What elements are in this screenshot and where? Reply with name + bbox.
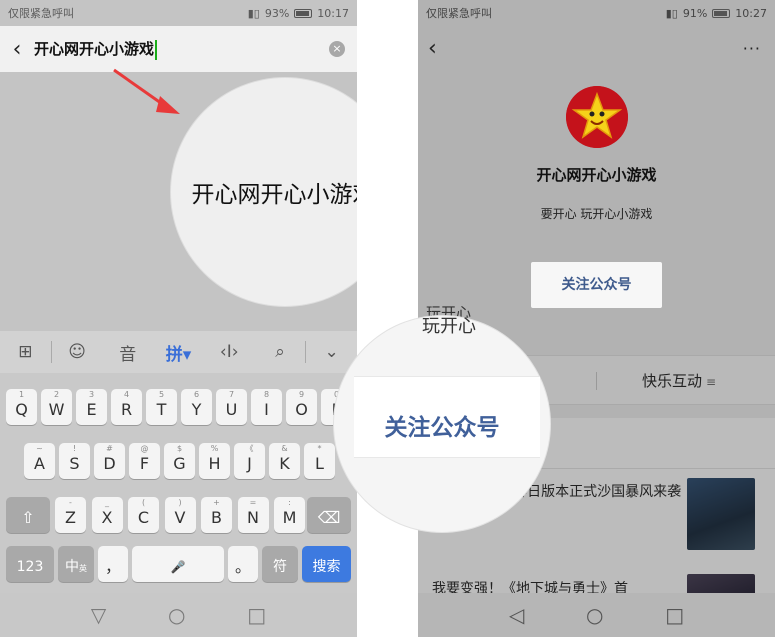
red-arrow-icon <box>113 68 180 114</box>
search-key[interactable]: 搜索 <box>302 546 351 582</box>
key-s[interactable]: ! S <box>59 443 90 479</box>
account-description: 要开心 玩开心小游戏 <box>540 207 653 221</box>
battery-percent: 93% <box>264 6 290 20</box>
menu-divider <box>596 372 597 390</box>
search-icon[interactable]: ⌕ <box>255 342 306 362</box>
android-nav-bar: ▽ ○ □ <box>0 593 357 637</box>
magnified-query-text: 开心网开心小游戏 <box>191 182 358 208</box>
top-bar: ‹ ··· <box>418 26 775 70</box>
microphone-icon: 🎤 <box>170 560 186 574</box>
nav-recents-icon[interactable]: □ <box>247 603 266 627</box>
magnifier-circle-follow: 玩开心 关注公众号 <box>334 316 550 532</box>
account-avatar <box>566 86 628 148</box>
language-switch-key[interactable]: 中英 <box>58 546 94 582</box>
key-o[interactable]: 9O <box>286 389 317 425</box>
key-k[interactable]: & K <box>269 443 300 479</box>
magnifier-circle: 开心网开心小游戏 <box>171 78 357 306</box>
nav-back-icon[interactable]: ▽ <box>91 603 106 627</box>
key-b[interactable]: + B <box>201 497 232 533</box>
signal-icon: ▮▯ <box>247 6 260 20</box>
key-z[interactable]: -Z <box>55 497 86 533</box>
keyboard-toolbar: ⊞ ☺ 音 拼▾ ‹I› ⌕ ⌄ <box>0 331 357 373</box>
android-nav-bar: ◁ ○ □ <box>418 593 775 637</box>
status-time: 10:17 <box>317 6 349 20</box>
symbol-key[interactable]: 符 <box>262 546 298 582</box>
key-c[interactable]: (C <box>128 497 159 533</box>
cursor-move-icon[interactable]: ‹I› <box>204 342 255 362</box>
key-a[interactable]: ~ A <box>24 443 55 479</box>
search-query-text: 开心网开心小游戏 <box>34 40 155 59</box>
clear-icon[interactable]: × <box>329 41 345 57</box>
status-time: 10:27 <box>735 6 767 20</box>
back-arrow-icon[interactable]: ‹ <box>0 37 34 62</box>
key-n[interactable]: = N <box>237 497 269 533</box>
number-key[interactable]: 123 <box>6 546 54 582</box>
key-x[interactable]: _ X <box>91 497 123 533</box>
account-name: 开心网开心小游戏 <box>536 166 657 184</box>
nav-back-icon[interactable]: ◁ <box>509 603 524 627</box>
collapse-keyboard-icon[interactable]: ⌄ <box>306 342 357 362</box>
comma-key[interactable]: ， <box>98 546 128 582</box>
key-f[interactable]: @ F <box>129 443 160 479</box>
keyboard-row-3: ⇧ ⌫ - Z _ X(C) V + B = N: M <box>0 497 357 533</box>
key-e[interactable]: 3E <box>76 389 107 425</box>
nav-recents-icon[interactable]: □ <box>665 603 684 627</box>
follow-account-button[interactable]: 关注公众号 <box>531 262 662 308</box>
grid-menu-icon[interactable]: ⊞ <box>0 342 51 362</box>
key-j[interactable]: 《 J <box>234 443 265 479</box>
nav-home-icon[interactable]: ○ <box>168 603 185 627</box>
period-key[interactable]: 。 <box>228 546 258 582</box>
star-mascot-icon <box>566 86 628 148</box>
key-h[interactable]: % H <box>199 443 230 479</box>
key-l[interactable]: * L <box>304 443 335 479</box>
tutorial-canvas: 仅限紧急呼叫 ▮▯ 93% 10:17 ‹ 开心网开心小游戏 × 开心网开心小游… <box>0 0 775 637</box>
key-v[interactable]: ) V <box>164 497 196 533</box>
search-input[interactable]: 开心网开心小游戏 <box>34 38 158 60</box>
battery-percent: 91% <box>682 6 708 20</box>
signal-icon: ▮▯ <box>665 6 678 20</box>
voice-mode-button[interactable]: 音 <box>102 340 153 365</box>
key-w[interactable]: 2W <box>41 389 72 425</box>
nav-home-icon[interactable]: ○ <box>586 603 603 627</box>
key-q[interactable]: 1Q <box>6 389 37 425</box>
key-u[interactable]: 7U <box>216 389 247 425</box>
keyboard-row-2: ~ A! S # D @ F $ G% H 《 J & K * L <box>0 443 357 479</box>
status-bar: 仅限紧急呼叫 ▮▯ 93% 10:17 <box>0 0 357 26</box>
key-m[interactable]: :M <box>274 497 305 533</box>
keyboard: 1Q2W3E4R5T6Y7U8I9O0P ~A!S#D@F$G%H《J&K*L … <box>0 373 357 593</box>
delete-key[interactable]: ⌫ <box>307 497 351 533</box>
back-arrow-icon[interactable]: ‹ <box>428 36 437 61</box>
status-carrier-text: 仅限紧急呼叫 <box>8 7 74 20</box>
status-carrier-text: 仅限紧急呼叫 <box>426 7 492 20</box>
key-d[interactable]: # D <box>94 443 125 479</box>
left-phone-screen: 仅限紧急呼叫 ▮▯ 93% 10:17 ‹ 开心网开心小游戏 × 开心网开心小游… <box>0 0 357 637</box>
menu-item-happy-interaction[interactable]: 快乐互动 ≡ <box>642 370 716 391</box>
emoji-icon[interactable]: ☺ <box>52 342 103 362</box>
pinyin-mode-button[interactable]: 拼▾ <box>153 340 204 365</box>
key-y[interactable]: 6Y <box>181 389 212 425</box>
key-t[interactable]: 5T <box>146 389 177 425</box>
key-g[interactable]: $ G <box>164 443 195 479</box>
key-i[interactable]: 8I <box>251 389 282 425</box>
text-cursor <box>155 39 158 60</box>
keyboard-row-4: 123 中英 ， 🎤 。 符 搜索 <box>0 546 357 582</box>
battery-icon <box>712 8 731 18</box>
menu-lines-icon: ≡ <box>706 375 717 389</box>
more-menu-icon[interactable]: ··· <box>743 39 761 58</box>
keyboard-row-1: 1Q2W3E4R5T6Y7U8I9O0P <box>0 389 357 425</box>
key-r[interactable]: 4R <box>111 389 142 425</box>
shift-key[interactable]: ⇧ <box>6 497 50 533</box>
article-thumbnail-1[interactable] <box>687 478 755 550</box>
magnified-follow-text: 关注公众号 <box>384 415 500 441</box>
battery-icon <box>294 8 313 18</box>
space-key[interactable]: 🎤 <box>132 546 224 582</box>
magnified-partial-text: 玩开心 <box>422 316 476 337</box>
status-bar: 仅限紧急呼叫 ▮▯ 91% 10:27 <box>418 0 775 26</box>
